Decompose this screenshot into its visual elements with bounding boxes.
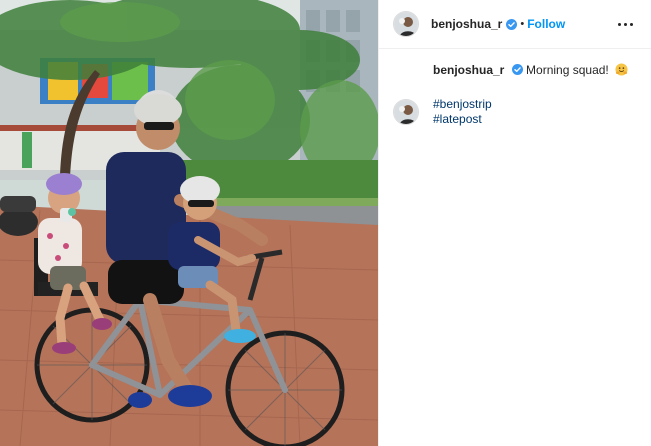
verified-badge-icon bbox=[511, 64, 523, 75]
profile-picture bbox=[394, 100, 418, 124]
profile-picture bbox=[394, 12, 418, 36]
more-options-icon[interactable] bbox=[613, 14, 637, 34]
instagram-post: benjoshua_r • Follow benjoshua_r Morning… bbox=[0, 0, 651, 446]
hashtag-list: #benjostrip #latepost bbox=[433, 97, 492, 127]
comment-row: #benjostrip #latepost bbox=[393, 97, 492, 127]
header-username[interactable]: benjoshua_r bbox=[431, 17, 502, 31]
hashtag-link[interactable]: #benjostrip bbox=[433, 97, 492, 112]
family-bike-photo bbox=[0, 0, 378, 446]
post-caption: benjoshua_r Morning squad! bbox=[393, 62, 643, 78]
follow-button[interactable]: Follow bbox=[527, 17, 565, 31]
hugging-face-emoji-icon bbox=[615, 63, 628, 76]
caption-username[interactable]: benjoshua_r bbox=[433, 63, 504, 77]
post-photo[interactable] bbox=[0, 0, 378, 446]
separator-dot: • bbox=[520, 18, 525, 30]
post-header: benjoshua_r • Follow bbox=[379, 0, 651, 49]
avatar[interactable] bbox=[393, 99, 419, 125]
hashtag-link[interactable]: #latepost bbox=[433, 112, 492, 127]
avatar[interactable] bbox=[393, 11, 419, 37]
caption-text: Morning squad! bbox=[526, 63, 609, 77]
post-sidebar: benjoshua_r • Follow benjoshua_r Morning… bbox=[378, 0, 651, 446]
verified-badge-icon bbox=[506, 18, 518, 30]
